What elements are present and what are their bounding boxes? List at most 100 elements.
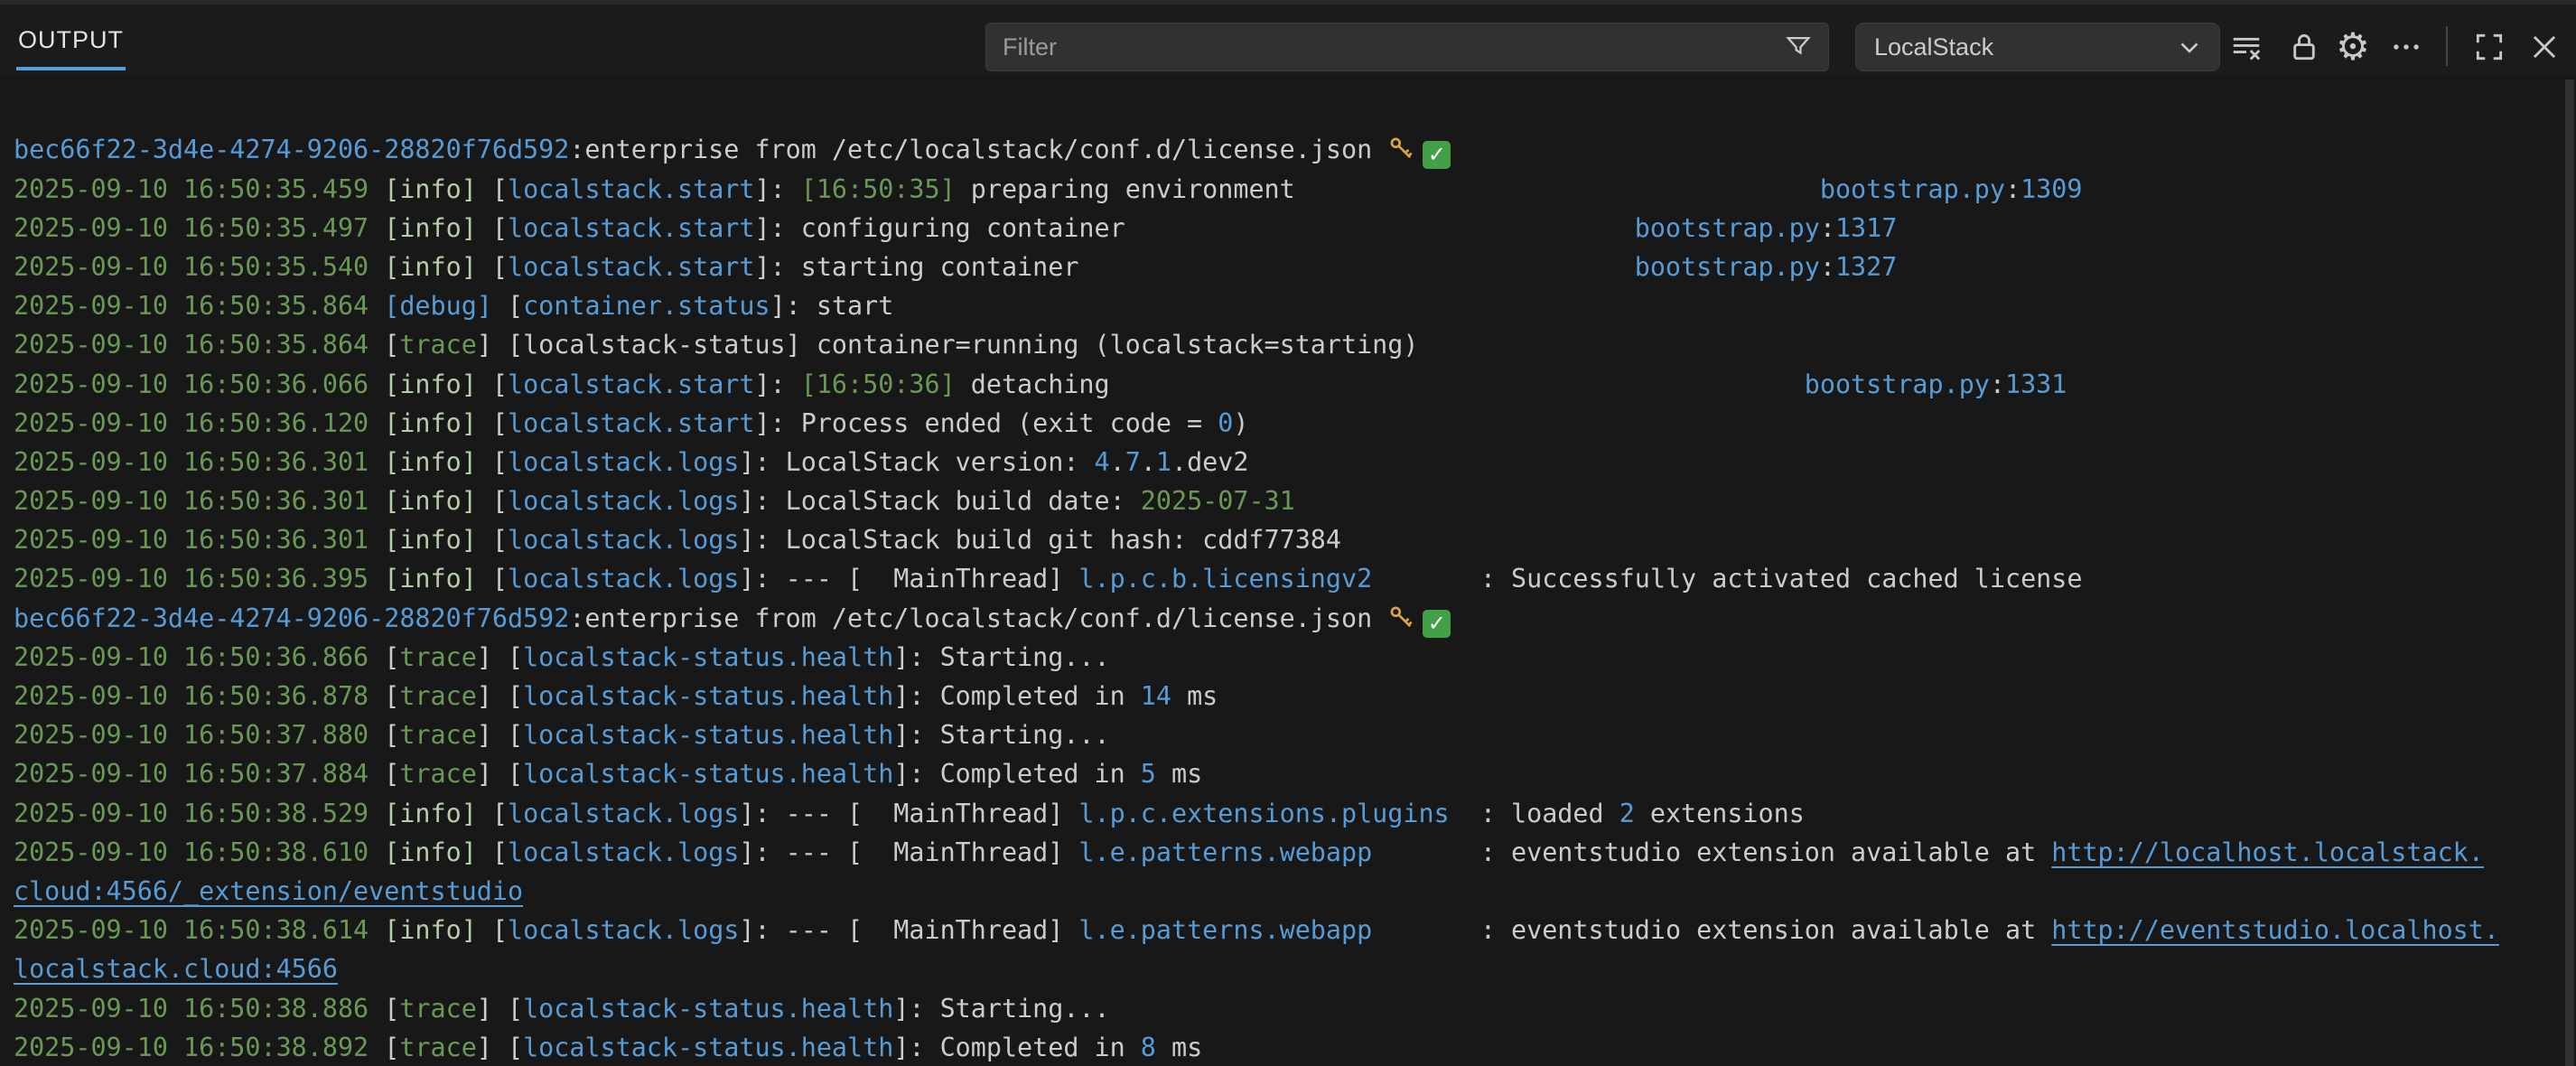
log-segment: :: [2005, 174, 2021, 204]
filter-input[interactable]: [986, 33, 1783, 61]
log-segment: 2025-09-10 16:50:38.529: [14, 799, 384, 828]
log-line: 2025-09-10 16:50:36.301 [info] [localsta…: [14, 443, 2563, 482]
log-segment: 2025-09-10 16:50:36.301: [14, 525, 384, 555]
log-segment: detaching: [956, 369, 1805, 399]
log-segment: ] [: [477, 642, 523, 672]
more-actions-icon[interactable]: [2387, 28, 2425, 66]
log-segment: ] [: [477, 1033, 523, 1062]
log-segment: 2025-09-10 16:50:35.864: [14, 291, 384, 321]
log-segment: trace: [399, 759, 476, 789]
log-segment: [: [384, 994, 399, 1024]
log-segment: ] [: [477, 994, 523, 1024]
log-link[interactable]: localstack.cloud:4566: [14, 954, 338, 984]
log-segment: bootstrap.py: [1820, 174, 2005, 204]
log-segment: [info]: [384, 564, 492, 594]
scrollbar-thumb[interactable]: [2565, 79, 2574, 1066]
log-segment: localstack.logs: [508, 915, 739, 945]
log-line: 2025-09-10 16:50:35.459 [info] [localsta…: [14, 170, 2563, 209]
log-segment: .: [1141, 447, 1156, 477]
log-segment: localstack-status.health: [523, 1033, 893, 1062]
log-line: 2025-09-10 16:50:37.884 [trace] [localst…: [14, 754, 2563, 793]
log-segment: localstack.logs: [508, 447, 739, 477]
log-segment: : Successfully activated cached license: [1372, 564, 2082, 594]
log-segment: [16:50:35]: [801, 174, 956, 204]
key-icon: [1387, 135, 1415, 173]
log-segment: localstack.logs: [508, 564, 739, 594]
log-line: 2025-09-10 16:50:36.866 [trace] [localst…: [14, 638, 2563, 677]
log-link[interactable]: http://eventstudio.localhost.: [2051, 915, 2499, 945]
log-segment: [: [492, 447, 508, 477]
log-segment: : loaded: [1450, 799, 1619, 828]
log-link[interactable]: http://localhost.localstack.: [2051, 837, 2484, 867]
log-segment: [info]: [384, 447, 492, 477]
log-segment: ] [: [477, 720, 523, 750]
log-segment: trace: [399, 1033, 476, 1062]
clear-output-icon[interactable]: [2227, 28, 2265, 66]
tab-output[interactable]: OUTPUT: [16, 21, 126, 70]
log-segment: trace: [399, 681, 476, 711]
log-segment: [info]: [384, 837, 492, 867]
log-segment: [: [384, 681, 399, 711]
output-panel: OUTPUT LocalStack: [0, 0, 2576, 1066]
log-line: 2025-09-10 16:50:35.497 [info] [localsta…: [14, 209, 2563, 248]
log-line: 2025-09-10 16:50:38.614 [info] [localsta…: [14, 911, 2563, 949]
log-segment: [info]: [384, 213, 492, 243]
log-output: bec66f22-3d4e-4274-9206-28820f76d592 :ent…: [0, 76, 2563, 1066]
panel-header: OUTPUT LocalStack: [0, 0, 2576, 76]
log-segment: [info]: [384, 408, 492, 438]
log-line: 2025-09-10 16:50:35.540 [info] [localsta…: [14, 248, 2563, 286]
log-line: bec66f22-3d4e-4274-9206-28820f76d592:ent…: [14, 130, 2563, 169]
log-segment: ] [: [477, 759, 523, 789]
log-segment: : eventstudio extension available at: [1372, 837, 2051, 867]
log-segment: 1327: [1835, 252, 1897, 282]
key-icon: [1387, 603, 1415, 642]
log-segment: 2025-09-10 16:50:38.886: [14, 994, 384, 1024]
log-segment: [: [492, 915, 508, 945]
maximize-panel-icon[interactable]: [2470, 28, 2508, 66]
log-segment: 2025-09-10 16:50:35.497: [14, 213, 384, 243]
log-segment: :enterprise from /etc/localstack/conf.d/…: [569, 603, 1387, 633]
log-segment: 2025-09-10 16:50:38.614: [14, 915, 384, 945]
log-segment: localstack.start: [508, 213, 754, 243]
log-segment: l.e.patterns.webapp: [1078, 837, 1372, 867]
log-segment: :: [1990, 369, 2005, 399]
log-segment: [: [492, 525, 508, 555]
channel-select[interactable]: LocalStack: [1855, 23, 2220, 71]
log-segment: 4: [1095, 447, 1110, 477]
log-segment: ]:: [754, 369, 800, 399]
log-link[interactable]: cloud:4566/_extension/eventstudio: [14, 876, 523, 906]
log-line: 2025-09-10 16:50:38.610 [info] [localsta…: [14, 833, 2563, 872]
log-segment: [info]: [384, 486, 492, 516]
log-line: 2025-09-10 16:50:36.878 [trace] [localst…: [14, 677, 2563, 715]
log-segment: localstack.start: [508, 174, 754, 204]
check-icon: ✓: [1423, 610, 1451, 638]
log-segment: extensions: [1635, 799, 1805, 828]
log-line: 2025-09-10 16:50:36.395 [info] [localsta…: [14, 559, 2563, 598]
log-segment: bec66f22-3d4e-4274-9206-28820f76d592: [14, 135, 569, 164]
log-segment: 2025-09-10 16:50:36.878: [14, 681, 384, 711]
log-segment: ]: LocalStack build git hash: cddf77384: [739, 525, 1341, 555]
log-segment: [: [492, 174, 508, 204]
log-segment: [: [384, 642, 399, 672]
log-segment: ]: start: [770, 291, 894, 321]
gear-icon[interactable]: ⚙: [2334, 28, 2372, 66]
log-segment: ]: Completed in: [893, 759, 1140, 789]
log-segment: preparing environment: [956, 174, 1820, 204]
log-line: cloud:4566/_extension/eventstudio: [14, 872, 2563, 911]
log-segment: localstack.start: [508, 408, 754, 438]
lock-icon[interactable]: [2285, 28, 2323, 66]
log-segment: [info]: [384, 369, 492, 399]
log-segment: 2025-09-10 16:50:38.610: [14, 837, 384, 867]
log-segment: 2025-09-10 16:50:36.866: [14, 642, 384, 672]
close-panel-icon[interactable]: [2525, 28, 2563, 66]
log-line: 2025-09-10 16:50:36.301 [info] [localsta…: [14, 520, 2563, 559]
log-segment: [: [384, 759, 399, 789]
log-segment: 5: [1141, 759, 1156, 789]
log-line: localstack.cloud:4566: [14, 949, 2563, 988]
log-segment: ]: Starting...: [893, 642, 1109, 672]
log-segment: 1317: [1835, 213, 1897, 243]
log-segment: :: [1820, 213, 1835, 243]
log-segment: [: [492, 564, 508, 594]
log-segment: ]: Starting...: [893, 994, 1109, 1024]
log-segment: 2025-09-10 16:50:36.066: [14, 369, 384, 399]
